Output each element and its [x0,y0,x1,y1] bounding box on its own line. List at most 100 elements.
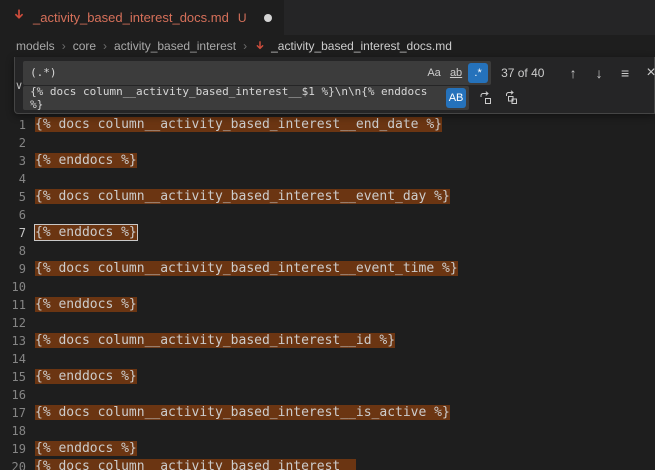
editor-line[interactable]: 11{% enddocs %} [0,296,655,314]
line-content: {% docs column__activity_based_interest_… [35,332,395,350]
editor-line[interactable]: 20{% docs column__activity_based_interes… [0,458,655,470]
editor-line[interactable]: 17{% docs column__activity_based_interes… [0,404,655,422]
editor-line[interactable]: 14 [0,350,655,368]
breadcrumb-item-activity-based-interest[interactable]: activity_based_interest [114,39,236,53]
editor-line[interactable]: 13{% docs column__activity_based_interes… [0,332,655,350]
line-content: {% enddocs %} [35,296,137,314]
line-number: 15 [0,368,35,386]
line-number: 6 [0,206,35,224]
find-in-selection-button[interactable]: ≡ [615,62,635,84]
find-match-highlight: {% docs column__activity_based_interest_… [35,117,442,132]
editor-line[interactable]: 9{% docs column__activity_based_interest… [0,260,655,278]
editor-line[interactable]: 12 [0,314,655,332]
preserve-case-toggle[interactable]: AB [446,88,466,108]
line-number: 2 [0,134,35,152]
replace-value-text: {% docs column__activity_based_interest_… [30,86,446,110]
breadcrumb-separator: › [62,39,66,53]
editor-line[interactable]: 16 [0,386,655,404]
editor-line[interactable]: 6 [0,206,655,224]
editor-line[interactable]: 19{% enddocs %} [0,440,655,458]
editor-line[interactable]: 4 [0,170,655,188]
arrow-down-icon: ↓ [596,65,603,81]
toggle-replace-button[interactable]: ∨ [15,57,23,113]
line-content: {% docs column__activity_based_interest_… [35,404,450,422]
replace-input[interactable]: {% docs column__activity_based_interest_… [23,86,469,110]
breadcrumb-file-label: _activity_based_interest_docs.md [271,39,452,53]
line-number: 12 [0,314,35,332]
line-number: 10 [0,278,35,296]
breadcrumb-separator: › [243,39,247,53]
line-content: {% docs column__activity_based_interest_… [35,458,356,470]
find-match-highlight: {% enddocs %} [35,225,137,240]
replace-button[interactable] [475,87,495,109]
chevron-down-icon: ∨ [15,79,23,92]
line-content: {% docs column__activity_based_interest_… [35,116,442,134]
line-number: 17 [0,404,35,422]
line-number: 8 [0,242,35,260]
editor-line[interactable]: 7{% enddocs %} [0,224,655,242]
tab-bar: _activity_based_interest_docs.md U [0,0,655,35]
find-match-highlight: {% enddocs %} [35,297,137,312]
line-number: 20 [0,458,35,470]
find-match-highlight: {% docs column__activity_based_interest_… [35,459,356,470]
replace-icon [477,90,493,106]
editor-line[interactable]: 15{% enddocs %} [0,368,655,386]
find-input[interactable]: (.*) Aa ab .* [23,61,491,85]
editor-line[interactable]: 1{% docs column__activity_based_interest… [0,116,655,134]
breadcrumb-item-file[interactable]: _activity_based_interest_docs.md [254,39,452,53]
find-widget-rows: (.*) Aa ab .* 37 of 40 ↑ ↓ ≡ × {% docs c… [23,57,655,113]
find-row: (.*) Aa ab .* 37 of 40 ↑ ↓ ≡ × [23,60,655,85]
line-number: 7 [0,224,35,242]
line-number: 11 [0,296,35,314]
editor-window: _activity_based_interest_docs.md U model… [0,0,655,470]
replace-options: AB [446,88,466,108]
close-find-button[interactable]: × [641,62,655,84]
markdown-file-icon [12,8,26,27]
find-match-highlight: {% docs column__activity_based_interest_… [35,189,450,204]
editor-line[interactable]: 18 [0,422,655,440]
tab-title: _activity_based_interest_docs.md [33,10,229,25]
tab-active-file[interactable]: _activity_based_interest_docs.md U [0,0,284,35]
git-status-badge: U [238,11,247,25]
next-match-button[interactable]: ↓ [589,62,609,84]
line-content: {% enddocs %} [35,368,137,386]
replace-row: {% docs column__activity_based_interest_… [23,85,655,110]
markdown-file-icon [254,40,266,52]
line-content: {% enddocs %} [35,224,137,242]
line-content: {% docs column__activity_based_interest_… [35,260,458,278]
editor-line[interactable]: 10 [0,278,655,296]
modified-indicator-dot[interactable] [264,14,272,22]
line-number: 4 [0,170,35,188]
line-content: {% enddocs %} [35,440,137,458]
editor-line[interactable]: 3{% enddocs %} [0,152,655,170]
editor-lines[interactable]: 1{% docs column__activity_based_interest… [0,116,655,470]
find-query-text: (.*) [30,66,57,79]
breadcrumb-item-models[interactable]: models [16,39,55,53]
find-match-highlight: {% enddocs %} [35,369,137,384]
find-match-highlight: {% docs column__activity_based_interest_… [35,333,395,348]
whole-word-toggle[interactable]: ab [446,63,466,83]
replace-all-icon [503,90,519,106]
find-replace-widget: ∨ (.*) Aa ab .* 37 of 40 ↑ ↓ ≡ × [14,57,655,114]
previous-match-button[interactable]: ↑ [563,62,583,84]
arrow-up-icon: ↑ [570,65,577,81]
replace-all-button[interactable] [501,87,521,109]
breadcrumb-item-core[interactable]: core [73,39,96,53]
line-number: 9 [0,260,35,278]
line-content: {% docs column__activity_based_interest_… [35,188,450,206]
line-number: 14 [0,350,35,368]
regex-toggle[interactable]: .* [468,63,488,83]
close-icon: × [646,64,655,82]
match-case-toggle[interactable]: Aa [424,63,444,83]
breadcrumb: models › core › activity_based_interest … [0,35,655,57]
line-number: 18 [0,422,35,440]
line-number: 5 [0,188,35,206]
find-match-highlight: {% docs column__activity_based_interest_… [35,405,450,420]
line-content: {% enddocs %} [35,152,137,170]
line-number: 3 [0,152,35,170]
editor-line[interactable]: 5{% docs column__activity_based_interest… [0,188,655,206]
editor-line[interactable]: 8 [0,242,655,260]
match-count: 37 of 40 [501,66,555,80]
editor-line[interactable]: 2 [0,134,655,152]
find-options: Aa ab .* [424,63,488,83]
